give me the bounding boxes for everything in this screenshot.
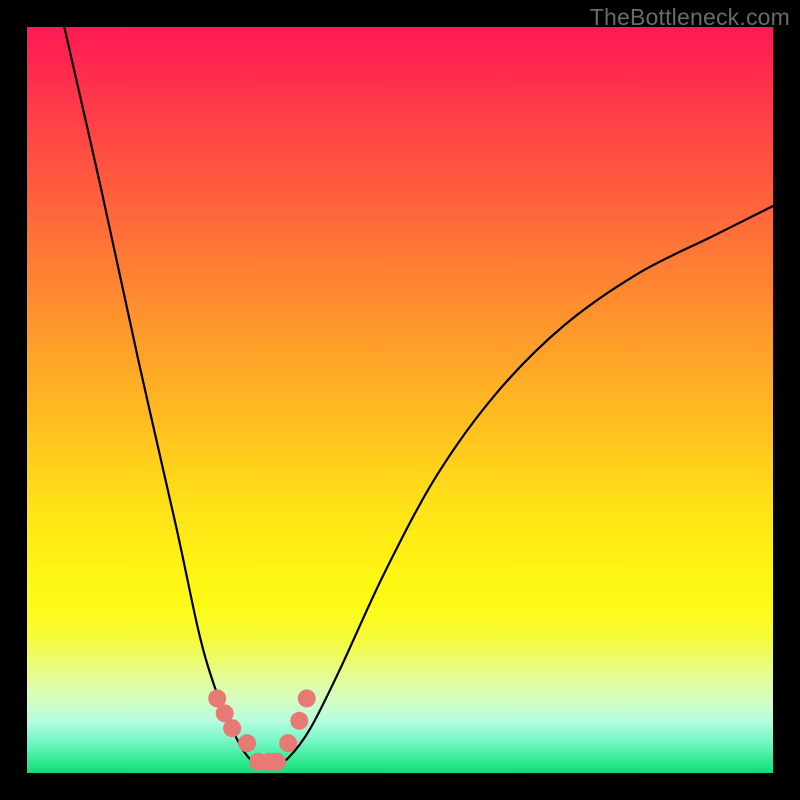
- marker-dot: [268, 753, 286, 771]
- marker-dot: [249, 753, 267, 771]
- marker-dot: [208, 689, 226, 707]
- marker-dot: [216, 704, 234, 722]
- marker-dot: [279, 734, 297, 752]
- watermark-text: TheBottleneck.com: [590, 4, 790, 31]
- marker-dot: [260, 753, 278, 771]
- marker-dot: [290, 712, 308, 730]
- marker-dot: [238, 734, 256, 752]
- curve-svg: [27, 27, 773, 773]
- marker-dot: [298, 689, 316, 707]
- chart-frame: [27, 27, 773, 773]
- bottleneck-curve: [64, 27, 773, 767]
- marker-dot: [223, 719, 241, 737]
- dip-markers: [208, 689, 316, 770]
